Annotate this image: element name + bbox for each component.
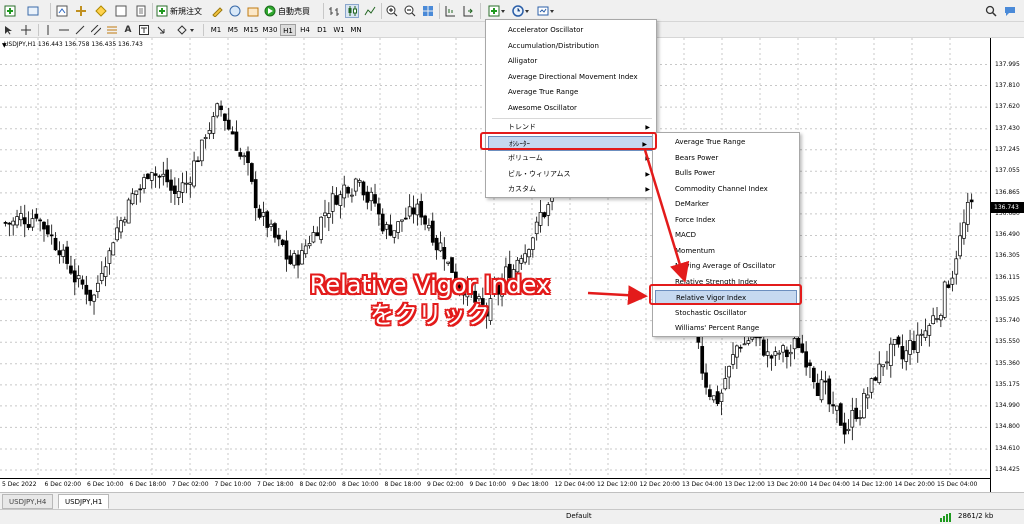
chart-tabs: USDJPY,H4 USDJPY,H1: [0, 492, 1024, 509]
connection-bars-icon: [940, 513, 954, 522]
chart-tab[interactable]: USDJPY,H4: [2, 494, 54, 509]
status-bar: Default 2861/2 kb: [0, 509, 1024, 524]
callout-line1: Relative Vigor Index: [309, 271, 551, 299]
chart-tab[interactable]: USDJPY,H1: [58, 494, 110, 509]
instruction-callout: Relative Vigor Index をクリック: [250, 270, 610, 330]
callout-line2: をクリック: [370, 301, 490, 329]
traffic-info: 2861/2 kb: [958, 512, 994, 520]
profile-name: Default: [566, 512, 592, 520]
annotation-arrows: [587, 149, 690, 306]
arrow-to-submenu: [643, 149, 690, 283]
